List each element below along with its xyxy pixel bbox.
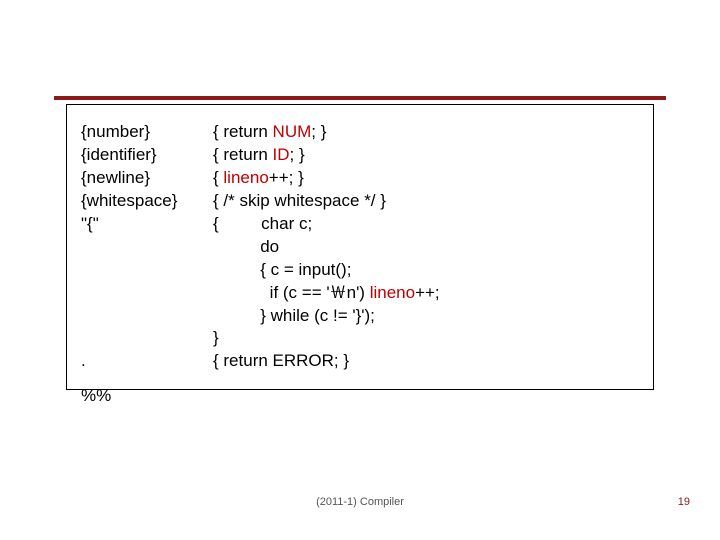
code-row: do [81, 236, 639, 259]
action-cell: { return ID; } [213, 144, 305, 167]
horizontal-rule [54, 96, 666, 100]
action-pre: if (c == '￦n') [213, 283, 370, 302]
action-post: ; } [290, 145, 305, 164]
action-post: ++; [415, 283, 440, 302]
action-highlight: lineno [223, 168, 268, 187]
action-cell: { return ERROR; } [213, 350, 349, 373]
action-cell: { c = input(); [213, 259, 351, 282]
action-cell: { /* skip whitespace */ } [213, 190, 386, 213]
code-row: {whitespace}{ /* skip whitespace */ } [81, 190, 639, 213]
action-pre: { c = input(); [213, 260, 351, 279]
pattern-cell: {number} [81, 121, 213, 144]
action-post: ++; } [269, 168, 304, 187]
action-pre: { char c; [213, 214, 312, 233]
code-box: {number}{ return NUM; }{identifier}{ ret… [66, 104, 654, 390]
footer-page-number: 19 [678, 496, 690, 508]
code-row: } [81, 327, 639, 350]
action-post: ; } [311, 122, 326, 141]
action-cell: { return NUM; } [213, 121, 326, 144]
code-row: {number}{ return NUM; } [81, 121, 639, 144]
action-highlight: NUM [273, 122, 312, 141]
code-row: {newline}{ lineno++; } [81, 167, 639, 190]
action-pre: } while (c != '}'); [213, 306, 375, 325]
code-row: .{ return ERROR; } [81, 350, 639, 373]
end-marker: %% [81, 385, 639, 408]
action-cell: if (c == '￦n') lineno++; [213, 282, 440, 305]
code-row: "{"{ char c; [81, 213, 639, 236]
code-row: { c = input(); [81, 259, 639, 282]
code-row: } while (c != '}'); [81, 305, 639, 328]
action-pre: { return ERROR; } [213, 351, 349, 370]
action-cell: } while (c != '}'); [213, 305, 375, 328]
pattern-cell: {whitespace} [81, 190, 213, 213]
action-pre: { [213, 168, 223, 187]
action-cell: } [213, 327, 219, 350]
slide: {number}{ return NUM; }{identifier}{ ret… [0, 0, 720, 540]
code-row: {identifier}{ return ID; } [81, 144, 639, 167]
action-cell: do [213, 236, 279, 259]
code-row: if (c == '￦n') lineno++; [81, 282, 639, 305]
pattern-cell: "{" [81, 213, 213, 236]
action-pre: do [213, 237, 279, 256]
action-pre: { return [213, 122, 273, 141]
action-pre: { return [213, 145, 273, 164]
action-cell: { char c; [213, 213, 312, 236]
pattern-cell: {newline} [81, 167, 213, 190]
pattern-cell: . [81, 350, 213, 373]
action-pre: { /* skip whitespace */ } [213, 191, 386, 210]
pattern-cell: {identifier} [81, 144, 213, 167]
action-highlight: lineno [370, 283, 415, 302]
code-rows: {number}{ return NUM; }{identifier}{ ret… [81, 121, 639, 373]
action-pre: } [213, 328, 219, 347]
action-highlight: ID [273, 145, 290, 164]
footer-center: (2011-1) Compiler [0, 496, 720, 508]
action-cell: { lineno++; } [213, 167, 304, 190]
